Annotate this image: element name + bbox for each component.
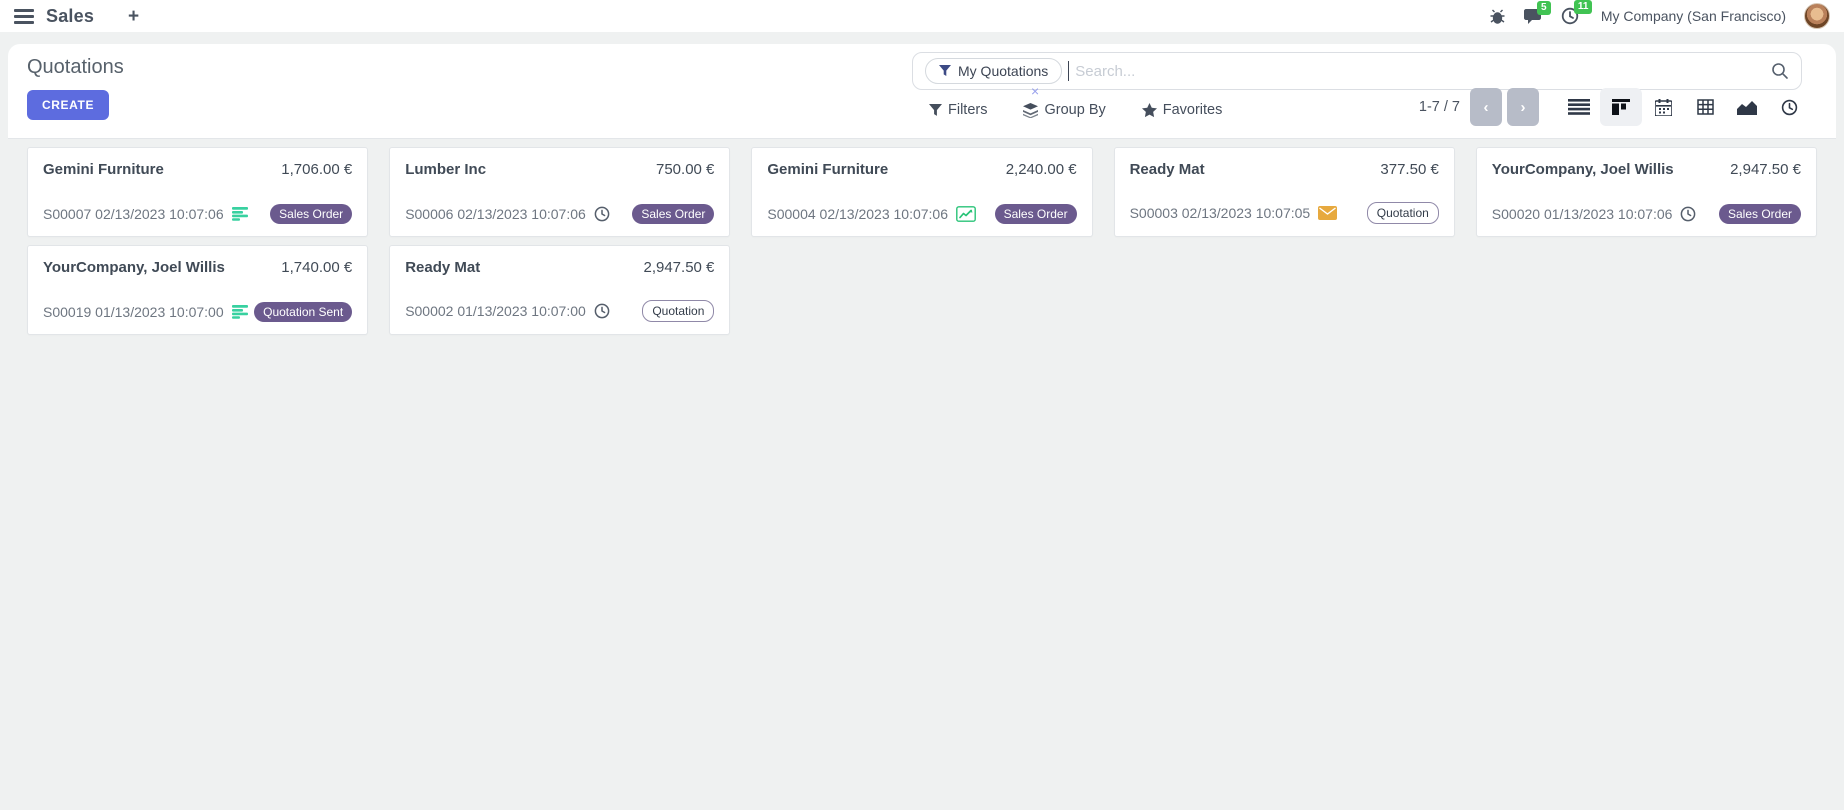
search-facet-my-quotations[interactable]: My Quotations — [925, 58, 1062, 84]
pager-previous-button[interactable]: ‹ — [1470, 88, 1502, 126]
quotation-card[interactable]: Gemini Furniture 2,240.00 € S00004 02/13/2… — [751, 147, 1092, 237]
order-amount: 2,947.50 € — [643, 259, 714, 276]
search-facet-label: My Quotations — [958, 63, 1048, 79]
calendar-view-icon[interactable] — [1642, 88, 1684, 126]
control-panel: Quotations CREATE My Quotations × Search… — [8, 44, 1836, 139]
filter-funnel-icon — [939, 65, 951, 77]
customer-name: Ready Mat — [405, 259, 480, 276]
layers-icon — [1023, 103, 1038, 118]
create-button[interactable]: CREATE — [27, 90, 109, 120]
favorites-button[interactable]: Favorites — [1142, 102, 1223, 118]
order-reference: S00004 02/13/2023 10:07:06 — [767, 206, 948, 222]
quotation-card[interactable]: Lumber Inc 750.00 € S00006 02/13/2023 10:0… — [389, 147, 730, 237]
status-badge: Quotation — [642, 300, 714, 322]
odoo-sales-window: { "navbar": { "app_name": "Sales", "new_… — [0, 0, 1844, 810]
pivot-view-icon[interactable] — [1684, 88, 1726, 126]
order-amount: 750.00 € — [656, 161, 714, 178]
kanban-view-icon[interactable] — [1600, 88, 1642, 126]
status-badge: Sales Order — [1719, 204, 1801, 224]
order-reference: S00006 02/13/2023 10:07:06 — [405, 206, 586, 222]
quotation-card[interactable]: Ready Mat 2,947.50 € S00002 01/13/2023 10:… — [389, 245, 730, 335]
order-reference: S00007 02/13/2023 10:07:06 — [43, 206, 224, 222]
pager-next-button[interactable]: › — [1507, 88, 1539, 126]
order-amount: 1,740.00 € — [281, 259, 352, 276]
customer-name: Gemini Furniture — [43, 161, 164, 178]
activity-view-icon[interactable] — [1768, 88, 1810, 126]
customer-name: Gemini Furniture — [767, 161, 888, 178]
search-input[interactable]: Search... — [1075, 63, 1135, 80]
activity-envelope-icon[interactable] — [1318, 206, 1337, 220]
activity-clock-icon[interactable] — [1680, 206, 1696, 222]
customer-name: YourCompany, Joel Willis — [1492, 161, 1674, 178]
status-badge: Sales Order — [632, 204, 714, 224]
order-reference: S00020 01/13/2023 10:07:06 — [1492, 206, 1673, 222]
pager-and-views: 1-7 / 7 ‹ › — [1419, 88, 1810, 126]
order-reference: S00019 01/13/2023 10:07:00 — [43, 304, 224, 320]
order-amount: 377.50 € — [1380, 161, 1438, 178]
debug-bug-icon[interactable] — [1489, 8, 1506, 25]
group-by-button[interactable]: Group By — [1023, 102, 1105, 118]
quotation-card[interactable]: YourCompany, Joel Willis 1,740.00 € S00019… — [27, 245, 368, 335]
status-badge: Sales Order — [995, 204, 1077, 224]
list-view-icon[interactable] — [1558, 88, 1600, 126]
messages-icon[interactable]: 5 — [1524, 8, 1543, 25]
customer-name: Lumber Inc — [405, 161, 486, 178]
search-options-row: Filters Group By Favorites — [929, 94, 1222, 126]
quotation-card[interactable]: YourCompany, Joel Willis 2,947.50 € S00020… — [1476, 147, 1817, 237]
quotation-card[interactable]: Ready Mat 377.50 € S00003 02/13/2023 10:07… — [1114, 147, 1455, 237]
top-navbar: Sales + 5 11 My Company (San Francisco) — [0, 0, 1844, 32]
search-icon[interactable] — [1771, 62, 1789, 80]
star-icon — [1142, 103, 1157, 118]
kanban-board: Gemini Furniture 1,706.00 € S00007 02/13/2… — [0, 139, 1844, 335]
page-title: Quotations — [27, 56, 124, 79]
filters-button[interactable]: Filters — [929, 102, 987, 118]
messages-count-badge: 5 — [1537, 1, 1551, 15]
activities-clock-icon[interactable]: 11 — [1561, 7, 1579, 25]
activity-list-icon[interactable] — [232, 207, 249, 221]
order-reference: S00002 01/13/2023 10:07:00 — [405, 303, 586, 319]
apps-menu-icon[interactable] — [14, 9, 34, 24]
pager-range: 1-7 / 7 — [1419, 99, 1460, 115]
search-bar[interactable]: My Quotations × Search... — [912, 52, 1802, 90]
new-tab-icon[interactable]: + — [128, 7, 139, 26]
app-name[interactable]: Sales — [46, 6, 94, 27]
order-reference: S00003 02/13/2023 10:07:05 — [1130, 205, 1311, 221]
activities-count-badge: 11 — [1574, 0, 1593, 14]
activity-list-icon[interactable] — [232, 305, 249, 319]
order-amount: 1,706.00 € — [281, 161, 352, 178]
company-switcher[interactable]: My Company (San Francisco) — [1601, 8, 1786, 24]
view-switcher — [1558, 88, 1810, 126]
customer-name: Ready Mat — [1130, 161, 1205, 178]
activity-clock-icon[interactable] — [594, 206, 610, 222]
activity-chart-up-icon[interactable] — [956, 206, 976, 222]
customer-name: YourCompany, Joel Willis — [43, 259, 225, 276]
filter-funnel-icon — [929, 104, 942, 117]
status-badge: Quotation — [1367, 202, 1439, 224]
text-caret — [1068, 61, 1069, 81]
graph-view-icon[interactable] — [1726, 88, 1768, 126]
status-badge: Quotation Sent — [254, 302, 352, 322]
quotation-card[interactable]: Gemini Furniture 1,706.00 € S00007 02/13/2… — [27, 147, 368, 237]
order-amount: 2,947.50 € — [1730, 161, 1801, 178]
order-amount: 2,240.00 € — [1006, 161, 1077, 178]
user-avatar[interactable] — [1804, 3, 1830, 29]
status-badge: Sales Order — [270, 204, 352, 224]
activity-clock-icon[interactable] — [594, 303, 610, 319]
